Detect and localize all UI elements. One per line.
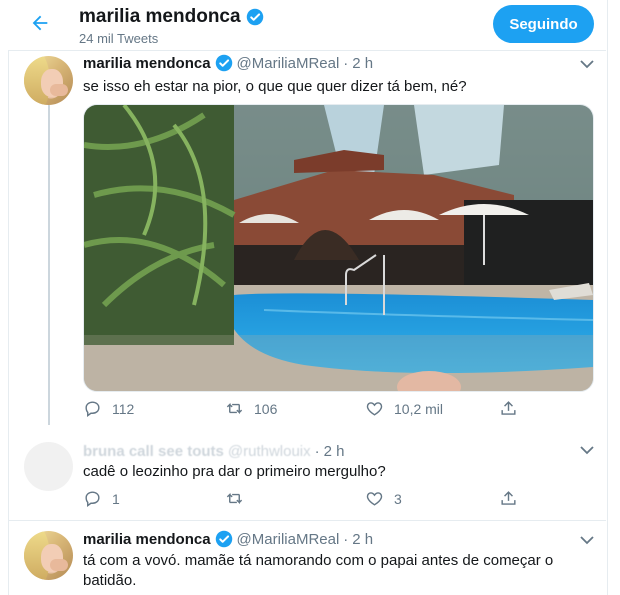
tweet-meta: marilia mendonca @MariliaMReal · 2 h (83, 530, 373, 548)
meta-separator: · (343, 530, 349, 548)
like-count: 3 (394, 490, 402, 507)
avatar[interactable] (24, 56, 73, 105)
author-name[interactable]: marilia mendonca (83, 531, 211, 548)
chevron-down-icon[interactable] (580, 59, 594, 69)
tweet-text: se isso eh estar na pior, o que que quer… (83, 78, 467, 95)
following-button[interactable]: Seguindo (493, 5, 594, 43)
retweet-button[interactable] (225, 489, 244, 508)
retweet-icon (226, 402, 243, 415)
share-button[interactable] (499, 489, 518, 508)
tweet-2[interactable]: bruna call see touts @ruthwlouix · 2 h c… (9, 437, 606, 519)
verified-badge-icon (246, 8, 263, 26)
tweet-actions: 112 106 10,2 mil (83, 399, 523, 421)
avatar[interactable] (24, 442, 73, 491)
retweet-icon (226, 492, 243, 505)
share-icon (501, 491, 516, 505)
reply-icon (85, 401, 100, 418)
like-icon (366, 492, 383, 506)
author-name[interactable]: bruna call see touts (83, 443, 224, 460)
meta-separator: · (314, 443, 320, 460)
verified-badge-icon (215, 530, 232, 548)
tweet-divider (8, 520, 606, 521)
reply-button[interactable]: 1 (83, 489, 120, 508)
chevron-down-icon[interactable] (580, 535, 594, 545)
like-button[interactable]: 3 (365, 489, 402, 508)
like-count: 10,2 mil (394, 400, 444, 417)
tweet-time[interactable]: 2 h (352, 55, 373, 72)
chevron-down-icon[interactable] (580, 445, 594, 455)
tweet-time[interactable]: 2 h (324, 443, 345, 460)
retweet-button[interactable]: 106 (225, 399, 277, 418)
author-handle[interactable]: @MariliaMReal (237, 531, 340, 548)
tweet-photo[interactable] (83, 104, 594, 392)
retweet-count: 106 (254, 400, 278, 417)
tweet-meta: bruna call see touts @ruthwlouix · 2 h (83, 443, 345, 460)
reply-button[interactable]: 112 (83, 399, 134, 418)
profile-name-row: marilia mendonca (79, 6, 264, 28)
share-button[interactable] (499, 399, 518, 418)
tweet-1[interactable]: marilia mendonca @MariliaMReal · 2 h se … (9, 51, 606, 436)
share-icon (501, 401, 516, 415)
author-name[interactable]: marilia mendonca (83, 55, 211, 72)
tweet-count: 24 mil Tweets (79, 31, 159, 46)
like-button[interactable]: 10,2 mil (365, 399, 443, 418)
tweet-time[interactable]: 2 h (352, 531, 373, 548)
avatar[interactable] (24, 531, 73, 580)
pool-photo-illustration (84, 105, 593, 391)
reply-count: 1 (112, 490, 120, 507)
tweet-meta: marilia mendonca @MariliaMReal · 2 h (83, 54, 373, 72)
profile-header: marilia mendonca 24 mil Tweets Seguindo (8, 0, 606, 51)
reply-icon (85, 491, 100, 508)
profile-name: marilia mendonca (79, 6, 241, 27)
verified-badge-icon (215, 54, 232, 72)
back-arrow-icon[interactable] (29, 12, 51, 34)
tweet-text: cadê o leozinho pra dar o primeiro mergu… (83, 463, 386, 480)
tweet-actions: 1 3 (83, 489, 523, 511)
author-handle[interactable]: @MariliaMReal (237, 55, 340, 72)
author-handle[interactable]: @ruthwlouix (228, 443, 311, 460)
like-icon (366, 402, 383, 416)
reply-count: 112 (112, 400, 135, 417)
tweet-3[interactable]: marilia mendonca @MariliaMReal · 2 h tá … (9, 527, 606, 595)
tweet-text: tá com a vovó. mamãe tá namorando com o … (83, 552, 554, 589)
meta-separator: · (343, 54, 349, 72)
